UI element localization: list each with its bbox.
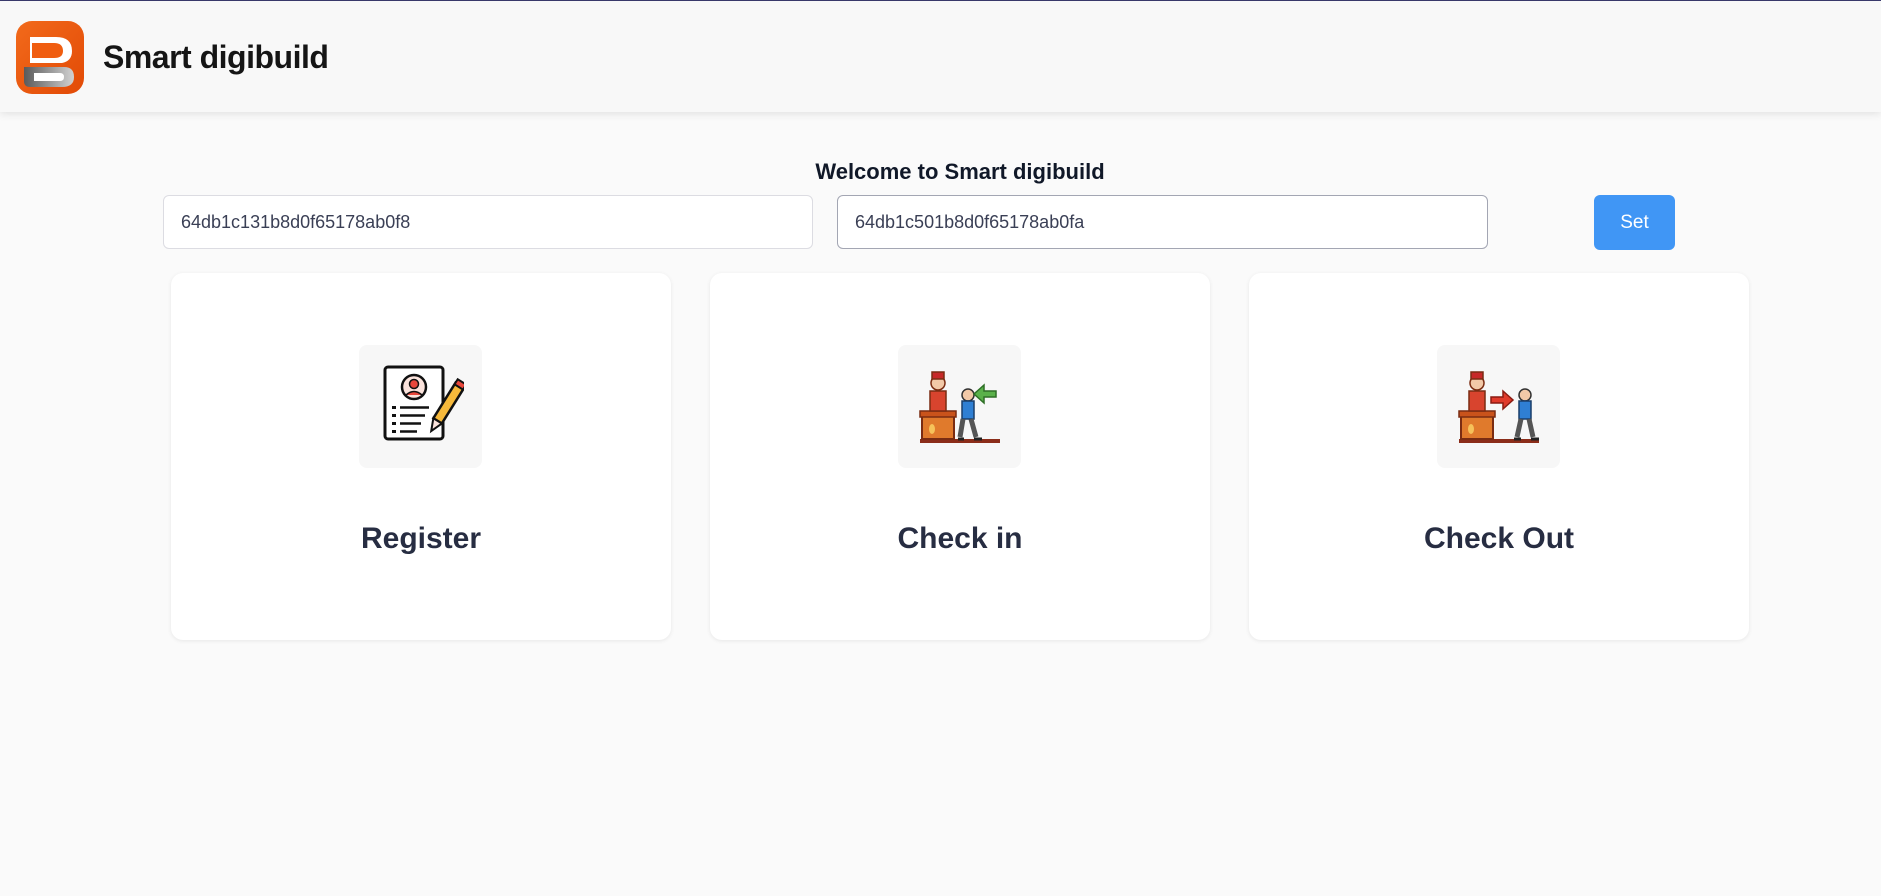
- register-card[interactable]: Register: [171, 273, 671, 640]
- check-out-icon: [1458, 371, 1539, 443]
- brand-name: Smart digibuild: [103, 39, 329, 75]
- welcome-heading: Welcome to Smart digibuild: [815, 159, 1105, 184]
- check-in-card[interactable]: Check in: [710, 273, 1210, 640]
- set-button[interactable]: Set: [1594, 195, 1675, 250]
- check-out-label: Check Out: [1423, 522, 1575, 555]
- id-input-two[interactable]: [837, 195, 1488, 249]
- register-form-icon: [383, 365, 464, 441]
- check-out-icon-tile: [1437, 345, 1560, 468]
- check-out-card[interactable]: Check Out: [1249, 273, 1749, 640]
- check-in-icon: [919, 371, 1000, 443]
- app-header: Smart digibuild: [0, 1, 1881, 112]
- brand-logo-icon[interactable]: [16, 21, 84, 94]
- check-in-label: Check in: [897, 522, 1023, 555]
- register-icon-tile: [359, 345, 482, 468]
- check-in-icon-tile: [898, 345, 1021, 468]
- id-input-one[interactable]: [163, 195, 813, 249]
- register-label: Register: [360, 522, 482, 555]
